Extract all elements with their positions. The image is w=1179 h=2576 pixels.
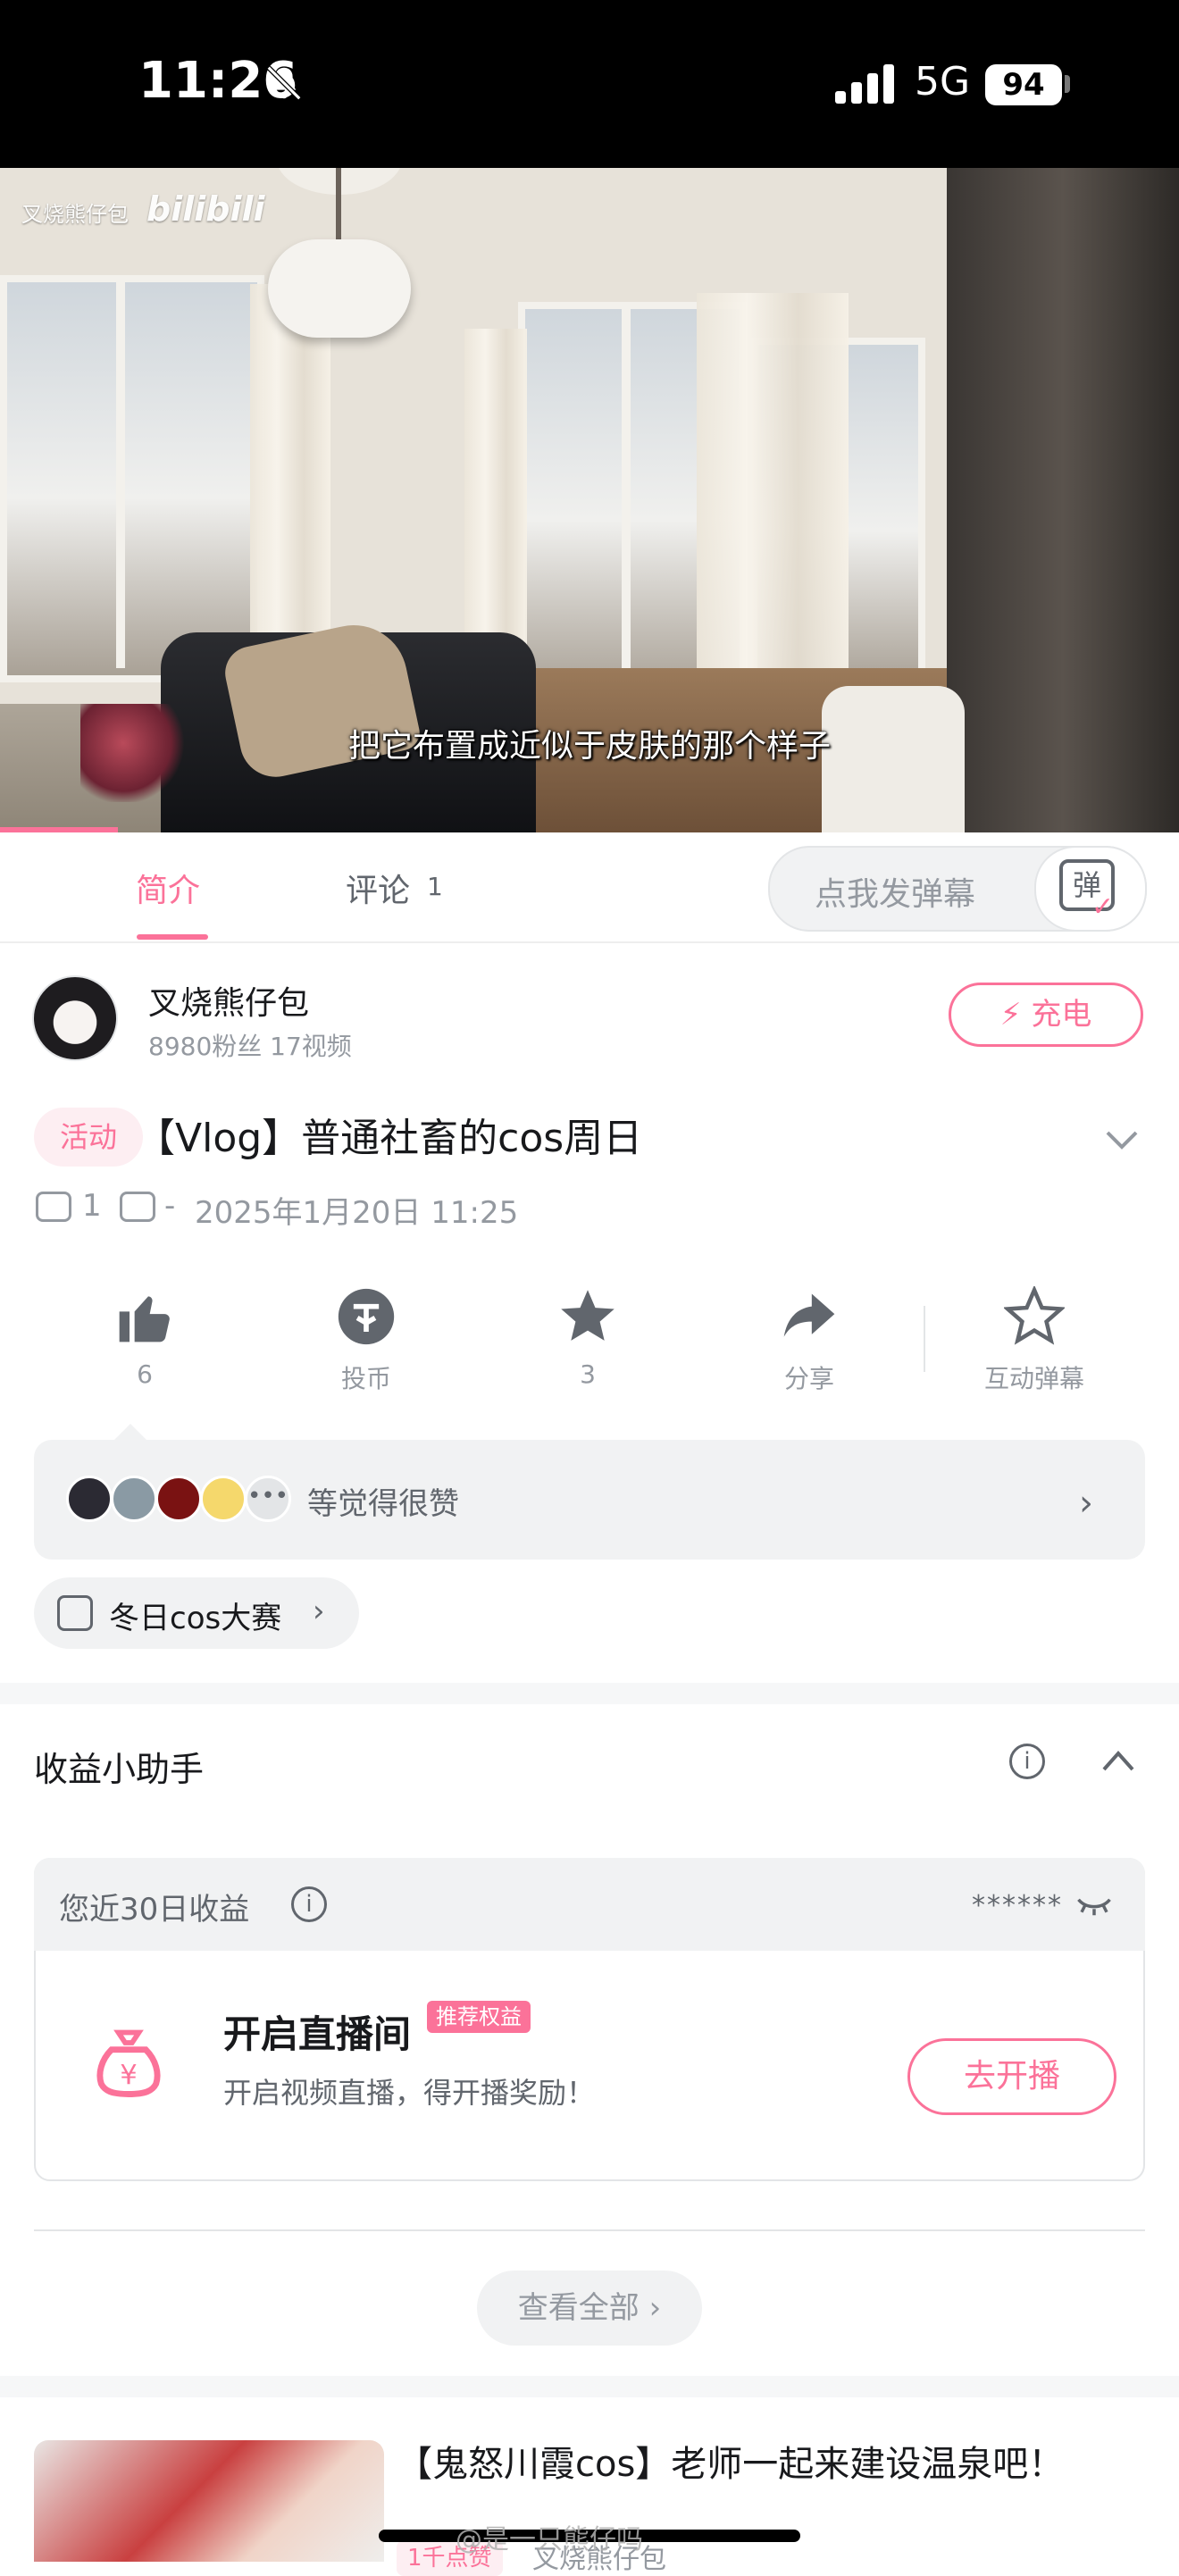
star-icon[interactable] <box>557 1286 618 1347</box>
uploader-avatar[interactable] <box>32 975 118 1061</box>
video-window-mullion <box>116 275 125 668</box>
recent-earnings-label: 您近30日收益 <box>59 1892 250 1928</box>
favorite-count: 3 <box>580 1359 596 1389</box>
comments-count: 1 <box>427 872 443 901</box>
money-bag-icon: ¥ <box>96 2029 161 2097</box>
lightning-icon: ⚡ <box>999 997 1022 1033</box>
eye-closed-icon[interactable] <box>1075 1892 1113 1917</box>
coin-icon[interactable] <box>336 1286 397 1347</box>
network-type: 5G <box>915 59 971 105</box>
publish-date: 2025年1月20日 11:25 <box>195 1195 519 1231</box>
video-lamp-cord <box>336 168 341 241</box>
recommended-thumbnail[interactable] <box>34 2440 384 2562</box>
video-watermark-user: 叉烧熊仔包 <box>21 202 129 227</box>
tab-comments[interactable]: 评论 <box>346 865 410 911</box>
view-all-button[interactable]: 查看全部 › <box>477 2271 702 2346</box>
chevron-up-icon[interactable] <box>1100 1747 1136 1774</box>
video-curtain <box>697 293 849 695</box>
chevron-right-icon: › <box>648 2290 662 2326</box>
battery-tip <box>1065 75 1070 93</box>
video-subtitle: 把它布置成近似于皮肤的那个样子 <box>347 728 831 765</box>
play-count: 1 <box>82 1188 102 1224</box>
svg-text:¥: ¥ <box>120 2060 138 2091</box>
coin-label: 投币 <box>340 1364 391 1393</box>
sparkle-star-icon[interactable] <box>1004 1286 1065 1347</box>
chevron-right-icon: › <box>1079 1483 1093 1524</box>
section-separator <box>0 2376 1179 2397</box>
topic-label: 冬日cos大赛 <box>109 1601 282 1636</box>
live-description: 开启视频直播，得开播奖励！ <box>223 2076 596 2110</box>
charge-button[interactable]: ⚡ 充电 <box>949 983 1143 1047</box>
danmaku-count: - <box>164 1188 176 1224</box>
action-divider <box>924 1306 925 1372</box>
thumbs-up-icon[interactable] <box>114 1286 175 1347</box>
play-count-icon <box>36 1192 71 1222</box>
interactive-danmaku-label: 互动弹幕 <box>983 1364 1084 1393</box>
liker-avatar <box>66 1476 113 1522</box>
battery-indicator: 94 <box>985 64 1062 105</box>
section-separator <box>0 1683 1179 1704</box>
weibo-watermark: @是一只熊仔吗 <box>456 2524 643 2555</box>
like-count: 6 <box>137 1359 153 1389</box>
uploader-name[interactable]: 叉烧熊仔包 <box>148 977 309 1024</box>
earnings-title: 收益小助手 <box>34 1750 205 1789</box>
danmaku-count-icon <box>120 1192 155 1222</box>
recommended-title[interactable]: 【鬼怒川霞cos】老师一起来建设温泉吧！ <box>397 2435 1064 2487</box>
more-dots-icon: ••• <box>245 1476 291 1522</box>
info-icon[interactable]: i <box>1009 1744 1045 1779</box>
share-icon[interactable] <box>779 1286 840 1347</box>
liker-avatar <box>200 1476 247 1522</box>
recommended-tag: 推荐权益 <box>427 2001 531 2033</box>
uploader-stats: 8980粉丝 17视频 <box>148 1032 352 1061</box>
chevron-down-icon[interactable] <box>1104 1122 1140 1158</box>
video-pendant-lamp <box>268 239 411 338</box>
liker-avatar <box>111 1476 157 1522</box>
danmaku-input[interactable]: 点我发弹幕 <box>815 868 975 915</box>
video-window-left <box>0 275 264 682</box>
live-title: 开启直播间 <box>223 2012 412 2056</box>
topic-icon <box>57 1595 93 1631</box>
liked-by-text: 等觉得很赞 <box>307 1486 459 1522</box>
share-label: 分享 <box>783 1364 834 1393</box>
video-curtain <box>250 284 330 668</box>
bilibili-logo: bilibili <box>146 189 265 229</box>
tab-active-indicator <box>137 934 208 940</box>
go-live-button[interactable]: 去开播 <box>907 2038 1116 2115</box>
signal-icon <box>835 64 894 104</box>
video-curtain <box>464 329 527 668</box>
video-title: 【Vlog】普通社畜的cos周日 <box>136 1116 643 1161</box>
video-window-mullion <box>622 302 631 686</box>
info-icon[interactable]: i <box>291 1886 327 1922</box>
liker-avatar <box>155 1476 202 1522</box>
divider <box>34 2229 1145 2231</box>
chevron-right-icon: › <box>313 1593 325 1629</box>
bell-muted-icon <box>266 65 302 101</box>
liked-pointer <box>114 1424 146 1440</box>
charge-label: 充电 <box>1031 997 1092 1033</box>
activity-badge[interactable]: 活动 <box>34 1108 143 1167</box>
tab-intro[interactable]: 简介 <box>136 865 200 911</box>
earnings-hidden-value: ****** <box>972 1890 1063 1921</box>
check-icon: ✓ <box>1091 891 1115 923</box>
view-all-label: 查看全部 <box>517 2290 640 2326</box>
